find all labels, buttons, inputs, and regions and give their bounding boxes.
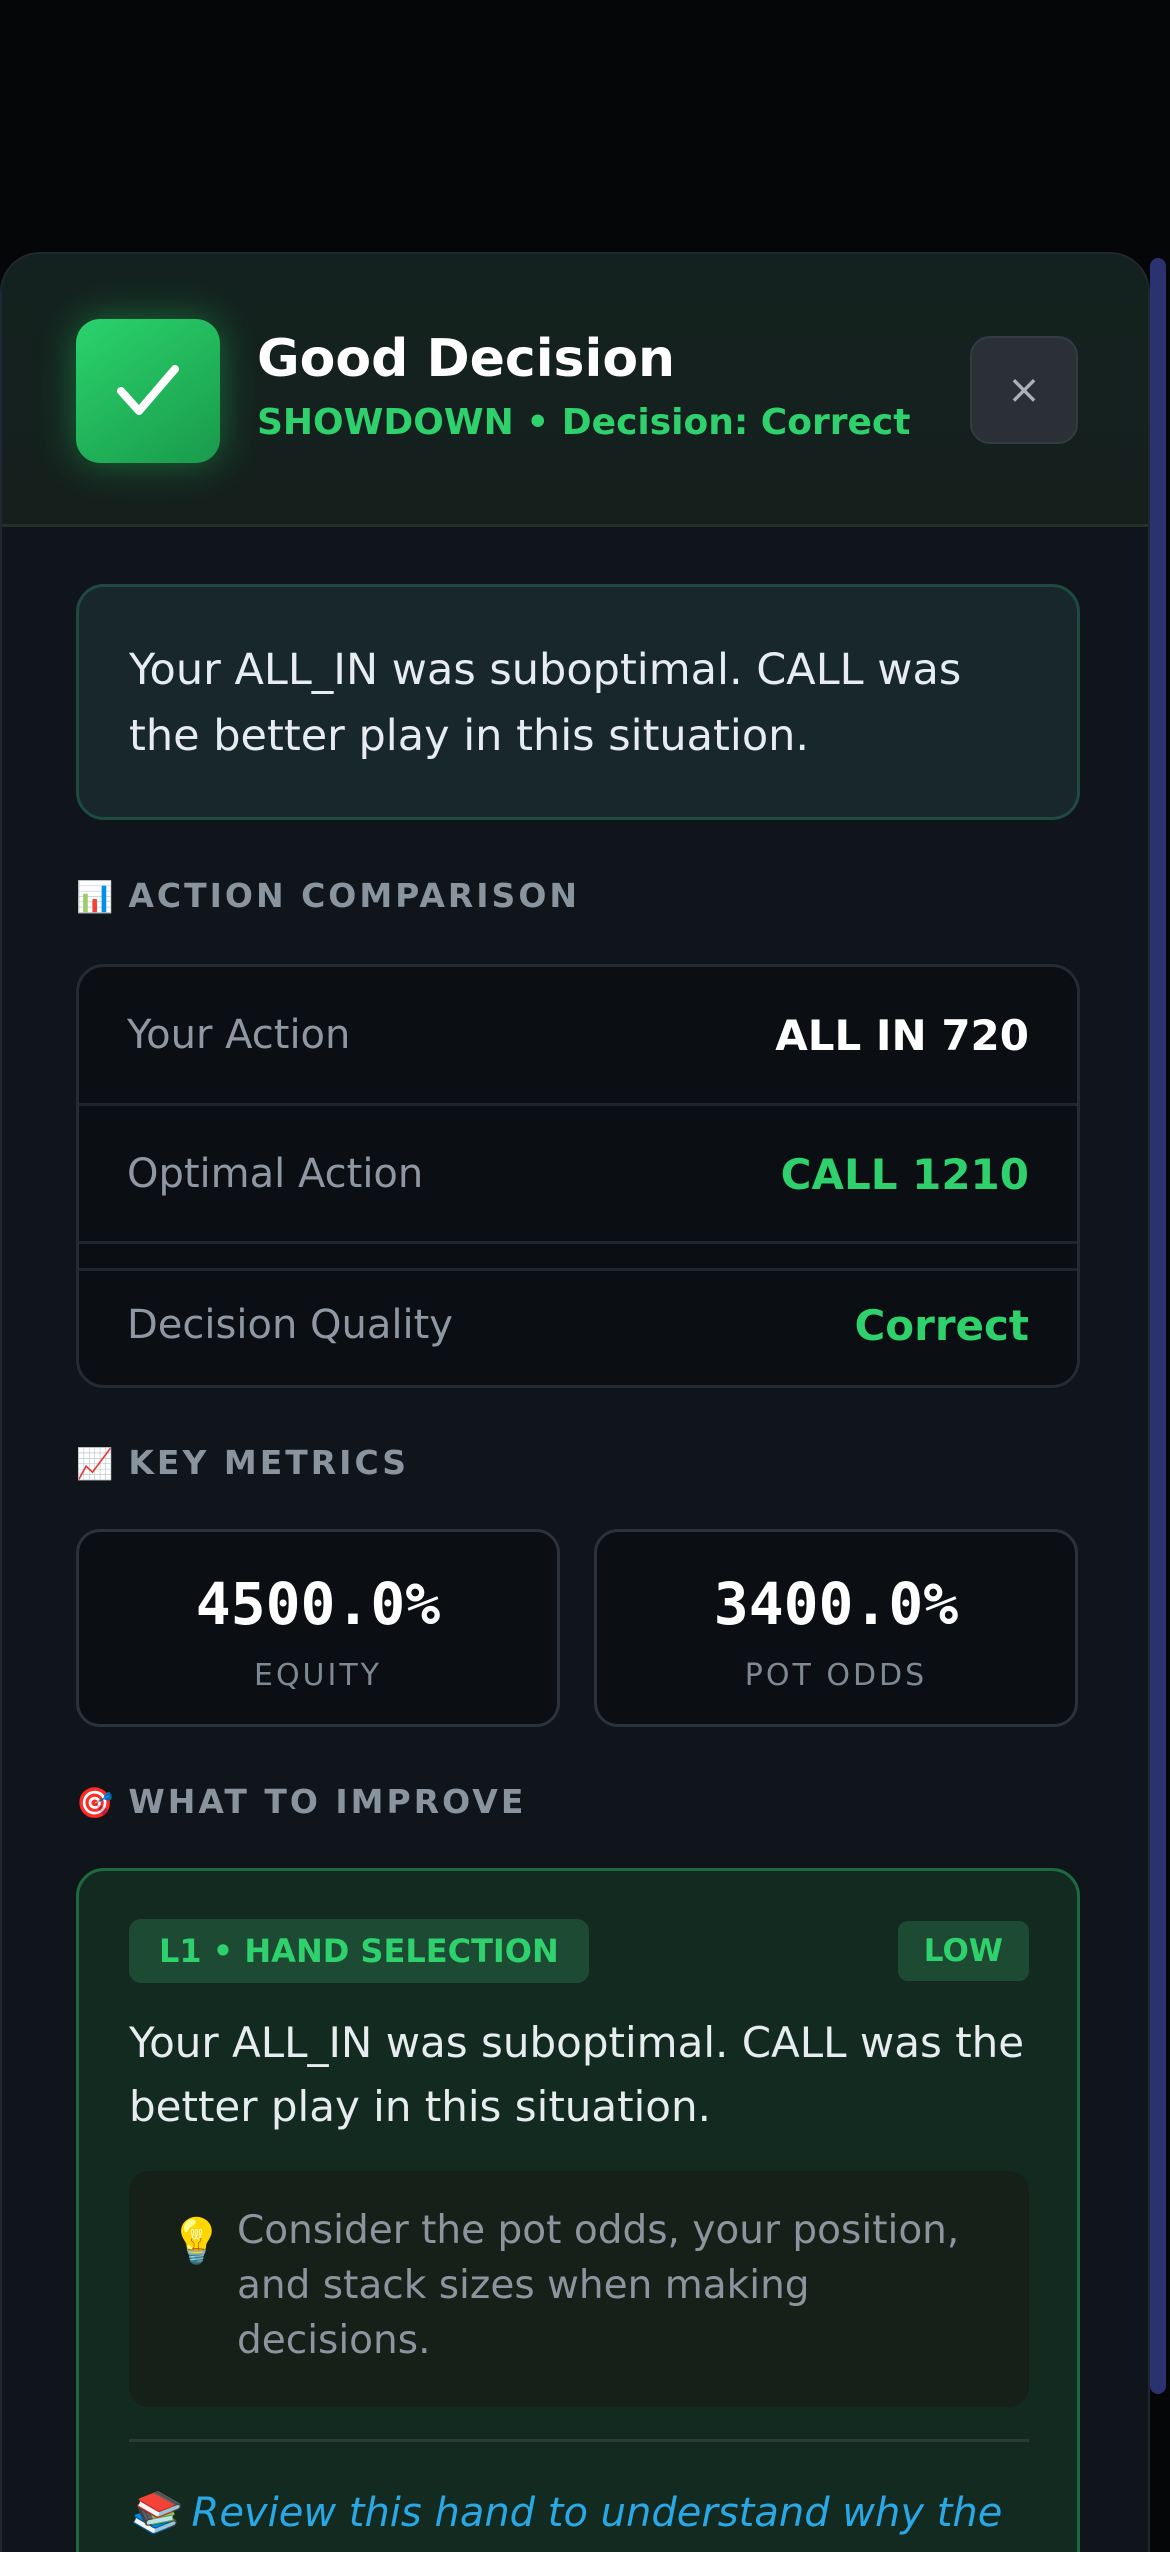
metric-value: 4500.0% [195, 1570, 441, 1638]
metric-card-pot-odds: 3400.0% POT ODDS [594, 1529, 1078, 1727]
metric-value: 3400.0% [713, 1570, 959, 1638]
divider [129, 2439, 1029, 2442]
trend-chart-icon: 📈 [76, 1447, 117, 1482]
scrollbar[interactable] [1150, 258, 1166, 2394]
action-comparison-table: Your Action ALL IN 720 Optimal Action CA… [76, 964, 1080, 1388]
comparison-value: CALL 1210 [780, 1149, 1029, 1199]
decision-panel: Good Decision SHOWDOWN • Decision: Corre… [0, 252, 1150, 2552]
close-icon: × [1007, 367, 1041, 413]
metric-label: EQUITY [253, 1658, 383, 1693]
panel-title: Good Decision [257, 329, 676, 389]
comparison-row-optimal-action: Optimal Action CALL 1210 [79, 1106, 1077, 1242]
comparison-label: Your Action [127, 1012, 351, 1058]
metric-card-equity: 4500.0% EQUITY [76, 1529, 560, 1727]
comparison-value: Correct [854, 1300, 1029, 1350]
panel-header: Good Decision SHOWDOWN • Decision: Corre… [2, 254, 1148, 527]
tip-box: 💡 Consider the pot odds, your position, … [129, 2171, 1029, 2407]
target-icon: 🎯 [76, 1786, 117, 1821]
bar-chart-icon: 📊 [76, 880, 117, 915]
tip-text: Consider the pot odds, your position, an… [237, 2208, 960, 2363]
what-to-improve-heading: 🎯 WHAT TO IMPROVE [76, 1782, 527, 1821]
comparison-label: Decision Quality [127, 1302, 453, 1348]
improvement-card: L1 • HAND SELECTION LOW Your ALL_IN was … [76, 1868, 1080, 2552]
comparison-label: Optimal Action [127, 1151, 424, 1197]
review-link[interactable]: 📚 Review this hand to understand why the… [129, 2483, 1029, 2552]
lightbulb-icon: 💡 [169, 2216, 224, 2267]
close-button[interactable]: × [970, 336, 1078, 444]
books-icon: 📚 [129, 2490, 192, 2536]
summary-box: Your ALL_IN was suboptimal. CALL was the… [76, 584, 1080, 820]
improvement-text: Your ALL_IN was suboptimal. CALL was the… [129, 2018, 1025, 2131]
row-divider [79, 1241, 1077, 1244]
checkmark-icon [76, 319, 220, 463]
comparison-row-your-action: Your Action ALL IN 720 [79, 967, 1077, 1103]
metric-label: POT ODDS [744, 1658, 928, 1693]
severity-badge: LOW [897, 1921, 1029, 1981]
key-metrics-heading: 📈 KEY METRICS [76, 1443, 410, 1482]
action-comparison-heading: 📊 ACTION COMPARISON [76, 876, 580, 915]
comparison-row-decision-quality: Decision Quality Correct [79, 1265, 1077, 1385]
comparison-value: ALL IN 720 [775, 1010, 1029, 1060]
panel-subtitle: SHOWDOWN • Decision: Correct [257, 402, 911, 443]
category-tag: L1 • HAND SELECTION [129, 1919, 589, 1983]
